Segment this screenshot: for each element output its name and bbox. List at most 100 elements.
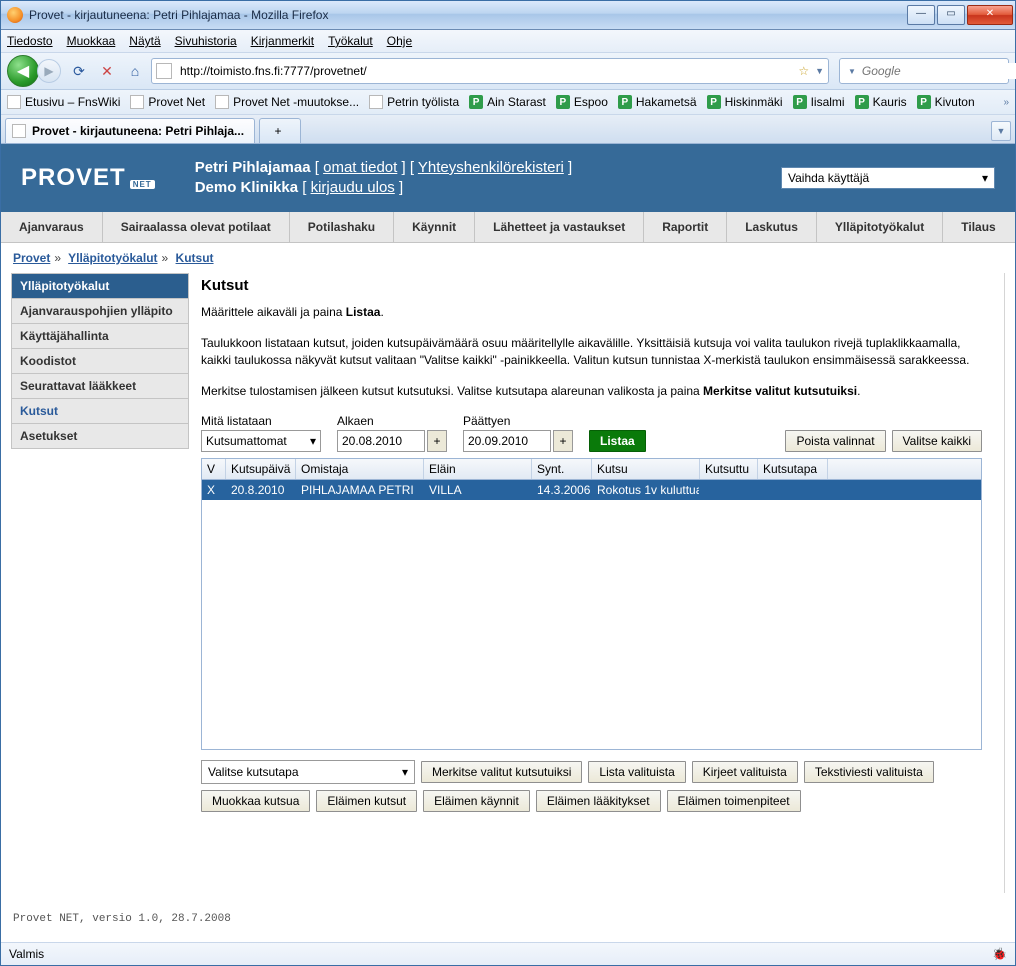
browser-tab[interactable]: Provet - kirjautuneena: Petri Pihlaja... [5, 118, 255, 143]
bookmark-item[interactable]: PIisalmi [793, 95, 845, 109]
sms-selected-button[interactable]: Tekstiviesti valituista [804, 761, 934, 783]
app-header: PROVETNET Petri Pihlajamaa [ omat tiedot… [1, 144, 1015, 212]
dropdown-icon[interactable]: ▼ [815, 66, 824, 76]
col-kutsu[interactable]: Kutsu [592, 459, 700, 479]
nav-ajanvaraus[interactable]: Ajanvaraus [1, 212, 103, 242]
sidebar-item[interactable]: Käyttäjähallinta [12, 323, 188, 348]
label-from: Alkaen [337, 414, 447, 428]
from-date-picker-icon[interactable]: + [427, 430, 447, 452]
edit-invite-button[interactable]: Muokkaa kutsua [201, 790, 310, 812]
letters-selected-button[interactable]: Kirjeet valituista [692, 761, 798, 783]
animal-meds-button[interactable]: Eläimen lääkitykset [536, 790, 661, 812]
menu-bar: Tiedosto Muokkaa Näytä Sivuhistoria Kirj… [1, 30, 1015, 53]
menu-file[interactable]: Tiedosto [7, 34, 53, 48]
label-to: Päättyen [463, 414, 573, 428]
grid-header: V Kutsupäivä Omistaja Eläin Synt. Kutsu … [202, 459, 981, 480]
nav-tilaus[interactable]: Tilaus [943, 212, 1013, 242]
url-input[interactable] [178, 63, 792, 79]
bookmark-item[interactable]: PKivuton [917, 95, 975, 109]
page-icon [130, 95, 144, 109]
cell-kutsuttu [700, 480, 758, 500]
list-filter-select[interactable]: Kutsumattomat▾ [201, 430, 321, 452]
stop-icon[interactable]: ✕ [95, 59, 119, 83]
menu-bookmarks[interactable]: Kirjanmerkit [251, 34, 314, 48]
animal-invites-button[interactable]: Eläimen kutsut [316, 790, 417, 812]
search-box[interactable]: ▼ 🔍 [839, 58, 1009, 84]
sidebar-item-active[interactable]: Kutsut [12, 398, 188, 423]
back-button[interactable]: ◀ [7, 55, 39, 87]
nav-potilashaku[interactable]: Potilashaku [290, 212, 394, 242]
nav-kaynnit[interactable]: Käynnit [394, 212, 475, 242]
user-switch-select[interactable]: Vaihda käyttäjä▾ [781, 167, 995, 189]
brand-text: PROVET [21, 164, 126, 192]
nav-sairaala[interactable]: Sairaalassa olevat potilaat [103, 212, 290, 242]
mark-invited-button[interactable]: Merkitse valitut kutsutuiksi [421, 761, 582, 783]
action-row-2: Muokkaa kutsua Eläimen kutsut Eläimen kä… [201, 790, 982, 812]
menu-history[interactable]: Sivuhistoria [175, 34, 237, 48]
nav-raportit[interactable]: Raportit [644, 212, 727, 242]
sidebar-item[interactable]: Ajanvarauspohjien ylläpito [12, 298, 188, 323]
animal-visits-button[interactable]: Eläimen käynnit [423, 790, 530, 812]
to-date-picker-icon[interactable]: + [553, 430, 573, 452]
bookmark-item[interactable]: Etusivu – FnsWiki [7, 95, 120, 109]
menu-view[interactable]: Näytä [129, 34, 160, 48]
to-date-input[interactable]: 20.09.2010 [463, 430, 551, 452]
tabs-menu-icon[interactable]: ▼ [991, 121, 1011, 141]
sidebar-item[interactable]: Asetukset [12, 423, 188, 448]
status-bar: Valmis 🐞 [1, 942, 1015, 965]
new-tab-button[interactable]: + [259, 118, 301, 143]
search-input[interactable] [860, 63, 1016, 79]
clear-selection-button[interactable]: Poista valinnat [785, 430, 885, 452]
star-icon[interactable]: ☆ [798, 64, 809, 78]
bookmark-label: Provet Net [148, 95, 205, 109]
crumb-page[interactable]: Kutsut [176, 251, 214, 265]
nav-yllapito[interactable]: Ylläpitotyökalut [817, 212, 943, 242]
col-v[interactable]: V [202, 459, 226, 479]
close-button[interactable]: ✕ [967, 5, 1013, 25]
url-bar[interactable]: ☆ ▼ [151, 58, 829, 84]
list-button[interactable]: Listaa [589, 430, 646, 452]
search-dropdown-icon[interactable]: ▼ [848, 67, 856, 76]
bookmark-item[interactable]: PEspoo [556, 95, 608, 109]
col-birth[interactable]: Synt. [532, 459, 592, 479]
crumb-section[interactable]: Ylläpitotyökalut [68, 251, 157, 265]
minimize-button[interactable]: — [907, 5, 935, 25]
bookmark-item[interactable]: PAin Starast [469, 95, 546, 109]
link-contacts[interactable]: Yhteyshenkilörekisteri [418, 159, 564, 176]
menu-edit[interactable]: Muokkaa [67, 34, 116, 48]
col-animal[interactable]: Eläin [424, 459, 532, 479]
forward-button[interactable]: ▶ [37, 59, 61, 83]
col-tapa[interactable]: Kutsutapa [758, 459, 828, 479]
bookmark-item[interactable]: PKauris [855, 95, 907, 109]
col-date[interactable]: Kutsupäivä [226, 459, 296, 479]
bookmark-label: Hiskinmäki [725, 95, 783, 109]
from-date-input[interactable]: 20.08.2010 [337, 430, 425, 452]
bookmark-item[interactable]: Provet Net -muutokse... [215, 95, 359, 109]
firebug-icon[interactable]: 🐞 [992, 947, 1007, 961]
maximize-button[interactable]: ▭ [937, 5, 965, 25]
col-kutsuttu[interactable]: Kutsuttu [700, 459, 758, 479]
kutsutapa-select[interactable]: Valitse kutsutapa▾ [201, 760, 415, 784]
select-all-button[interactable]: Valitse kaikki [892, 430, 982, 452]
table-row[interactable]: X 20.8.2010 PIHLAJAMAA PETRI VILLA 14.3.… [202, 480, 981, 500]
sidebar-item[interactable]: Koodistot [12, 348, 188, 373]
bookmark-item[interactable]: PHakametsä [618, 95, 697, 109]
bookmark-item[interactable]: PHiskinmäki [707, 95, 783, 109]
sidebar-item[interactable]: Seurattavat lääkkeet [12, 373, 188, 398]
menu-tools[interactable]: Työkalut [328, 34, 373, 48]
home-icon[interactable]: ⌂ [123, 59, 147, 83]
bookmark-item[interactable]: Petrin työlista [369, 95, 459, 109]
reload-icon[interactable]: ⟳ [67, 59, 91, 83]
list-selected-button[interactable]: Lista valituista [588, 761, 685, 783]
bookmarks-overflow-icon[interactable]: » [1003, 97, 1009, 108]
nav-lahetteet[interactable]: Lähetteet ja vastaukset [475, 212, 644, 242]
bookmark-item[interactable]: Provet Net [130, 95, 205, 109]
link-logout[interactable]: kirjaudu ulos [311, 179, 395, 196]
col-owner[interactable]: Omistaja [296, 459, 424, 479]
menu-help[interactable]: Ohje [387, 34, 412, 48]
animal-procedures-button[interactable]: Eläimen toimenpiteet [667, 790, 801, 812]
nav-laskutus[interactable]: Laskutus [727, 212, 817, 242]
link-own-info[interactable]: omat tiedot [323, 159, 397, 176]
crumb-home[interactable]: Provet [13, 251, 50, 265]
bookmark-label: Etusivu – FnsWiki [25, 95, 120, 109]
